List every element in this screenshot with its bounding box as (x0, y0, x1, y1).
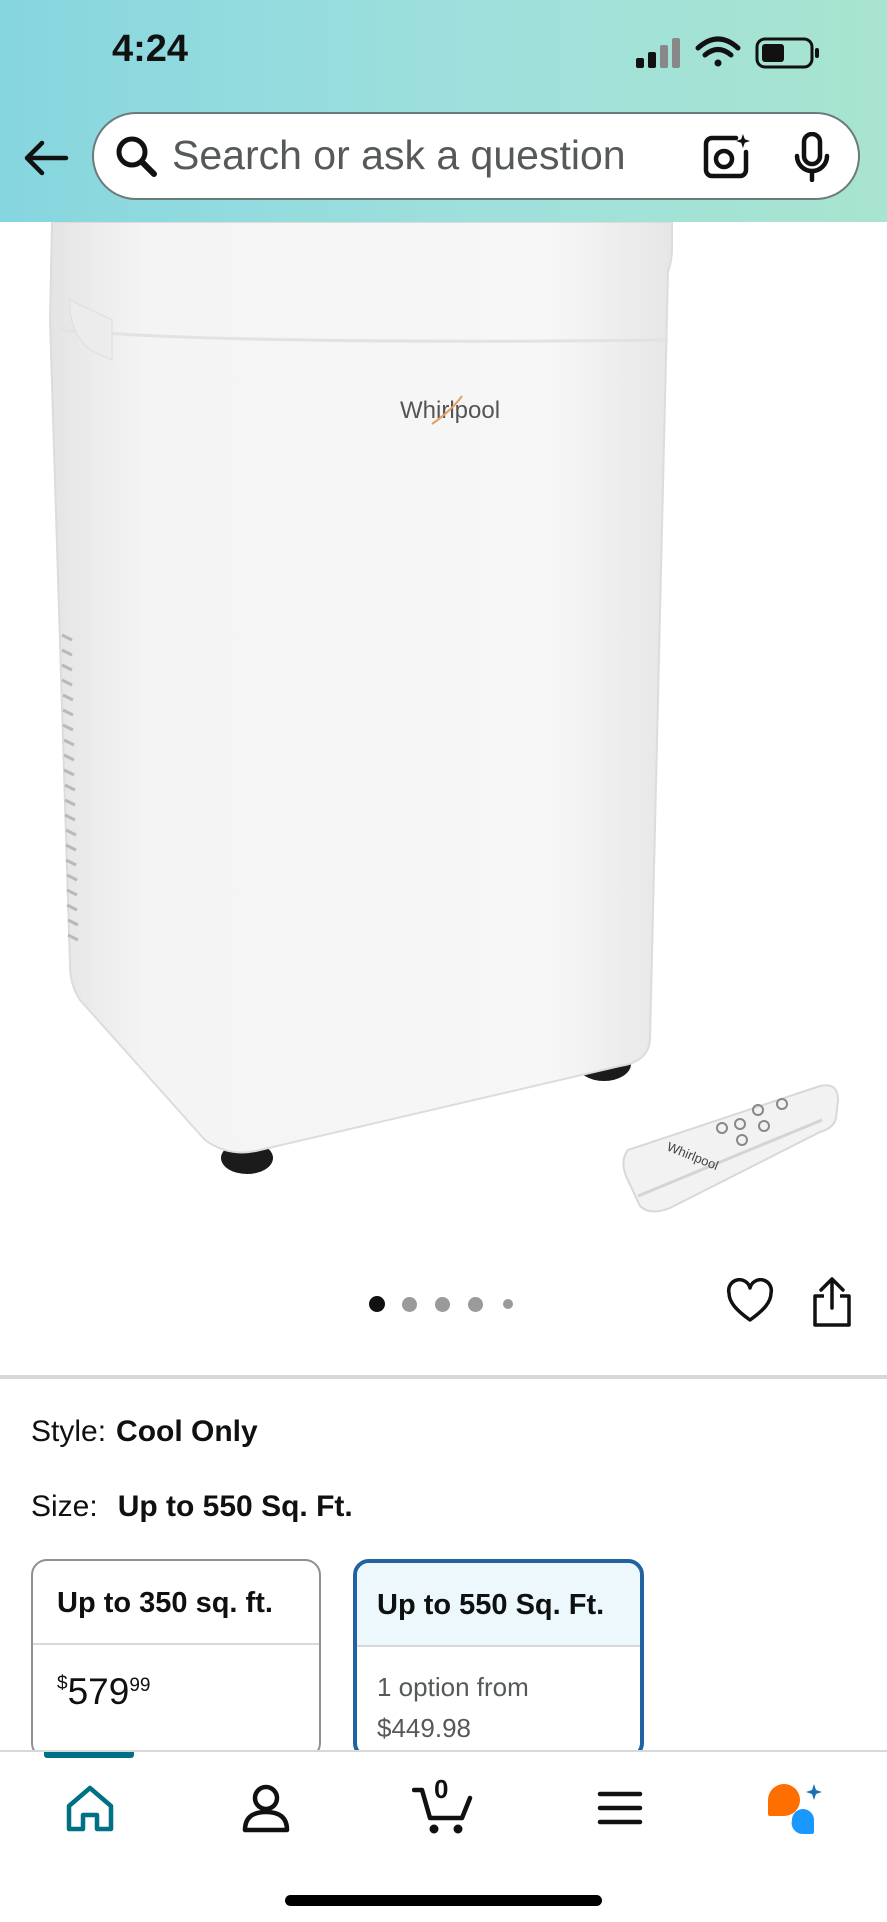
rufus-assistant-icon[interactable] (764, 1780, 828, 1836)
search-placeholder: Search or ask a question (172, 132, 626, 178)
search-input[interactable]: Search or ask a question (92, 112, 860, 200)
size-label: Size: (31, 1490, 98, 1523)
microphone-icon[interactable] (794, 132, 830, 182)
camera-lens-icon[interactable] (702, 132, 750, 180)
cart-count: 0 (434, 1774, 449, 1804)
size-option-offer: 1 option from $449.98 (377, 1667, 529, 1749)
wifi-icon (695, 36, 741, 67)
cellular-signal-icon (636, 38, 680, 68)
style-value: Cool Only (116, 1415, 258, 1448)
battery-icon (755, 37, 819, 69)
search-icon (116, 136, 157, 177)
wishlist-heart-icon[interactable] (726, 1278, 774, 1326)
size-option-price: $57999 (57, 1671, 151, 1712)
carousel-dot (435, 1297, 450, 1312)
back-arrow-icon[interactable] (22, 134, 70, 182)
home-indicator-bar (285, 1895, 602, 1906)
style-variation: Style: Cool Only (31, 1415, 258, 1449)
section-divider (0, 1375, 887, 1379)
search-row: Search or ask a question (0, 112, 887, 204)
offer-line: 1 option from (377, 1672, 529, 1702)
home-icon[interactable] (62, 1780, 118, 1836)
size-option-350[interactable]: Up to 350 sq. ft. $57999 (31, 1559, 321, 1759)
menu-icon[interactable] (592, 1780, 648, 1836)
carousel-dot (402, 1297, 417, 1312)
remote-control: Whirlpool (622, 1084, 840, 1213)
offer-price: $449.98 (377, 1713, 471, 1743)
style-label: Style: (31, 1415, 107, 1448)
account-icon[interactable] (238, 1780, 294, 1836)
status-time: 4:24 (112, 28, 189, 70)
size-option-550-selected[interactable]: Up to 550 Sq. Ft. 1 option from $449.98 (353, 1559, 644, 1759)
air-conditioner-unit: Whirlpool (48, 222, 673, 1174)
carousel-dot (468, 1297, 483, 1312)
size-value: Up to 550 Sq. Ft. (117, 1490, 353, 1523)
status-icons (636, 36, 819, 69)
carousel-dot-active (369, 1296, 385, 1312)
product-image[interactable]: Whirlpool Whirlpool (0, 222, 887, 1222)
cart-button[interactable]: 0 (411, 1774, 476, 1836)
header: 4:24 Search or ask a question (0, 0, 887, 222)
size-option-title: Up to 350 sq. ft. (33, 1561, 319, 1645)
size-variation: Size: Up to 550 Sq. Ft. (31, 1490, 353, 1524)
carousel-dot (503, 1299, 513, 1309)
share-icon[interactable] (808, 1276, 856, 1328)
size-option-title: Up to 550 Sq. Ft. (357, 1563, 640, 1647)
active-tab-indicator (44, 1752, 134, 1758)
